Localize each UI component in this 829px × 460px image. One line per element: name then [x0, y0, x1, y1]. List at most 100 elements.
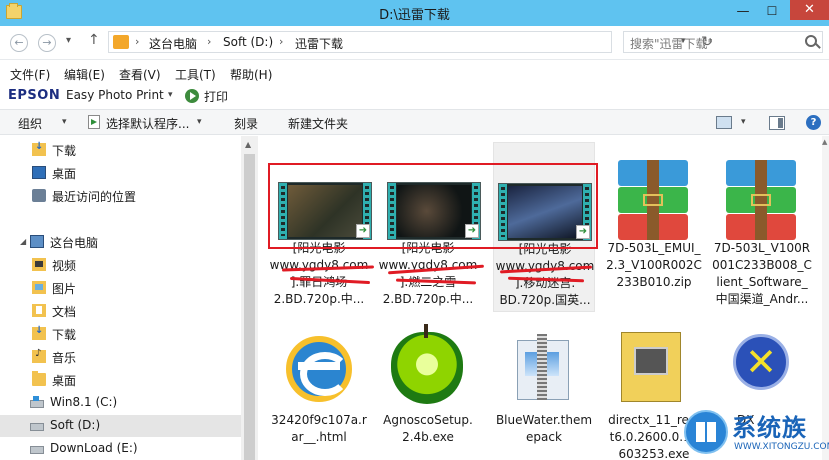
menu-help[interactable]: 帮助(H) [230, 66, 272, 83]
file-label: 2.4b.exe [402, 430, 454, 444]
scroll-up-arrow-icon[interactable]: ▲ [822, 138, 827, 146]
recent-locations-button[interactable]: ▾ [66, 35, 71, 46]
burn-button[interactable]: 刻录 [234, 115, 258, 132]
tree-item-label: DownLoad (E:) [50, 441, 138, 455]
tree-item-downloads-pc[interactable]: 下载 [0, 323, 241, 345]
tree-item-label: 音乐 [52, 351, 77, 365]
folder-icon [113, 35, 129, 49]
tree-item-desktop-pc[interactable]: 桌面 [0, 369, 241, 391]
menu-file[interactable]: 文件(F) [10, 66, 50, 83]
tree-item-recent-places[interactable]: 最近访问的位置 [0, 185, 241, 207]
menu-view[interactable]: 查看(V) [119, 66, 161, 83]
file-item[interactable]: 7D-503L_V100R 001C233B008_C lient_Softwa… [711, 142, 813, 306]
desktop-folder-icon [32, 371, 46, 386]
menu-edit[interactable]: 编辑(E) [64, 66, 105, 83]
up-button[interactable]: ↑ [88, 32, 100, 48]
tree-item-this-pc[interactable]: ◢ 这台电脑 [0, 231, 241, 253]
open-with-button[interactable]: 选择默认程序... [106, 115, 189, 132]
file-item[interactable]: BlueWater.them epack [493, 312, 595, 460]
tree-item-drive-c[interactable]: Win8.1 (C:) [0, 392, 241, 414]
change-view-icon[interactable] [716, 116, 732, 129]
winrar-archive-icon [726, 160, 796, 242]
preview-pane-icon[interactable] [769, 116, 785, 130]
print-button[interactable]: 打印 [204, 88, 228, 105]
open-with-icon [88, 115, 100, 129]
minimize-button[interactable]: — [734, 4, 752, 20]
chevron-down-icon[interactable]: ▾ [168, 90, 173, 100]
help-icon[interactable]: ? [806, 115, 821, 130]
close-button[interactable]: ✕ [790, 0, 829, 20]
tree-item-drive-d[interactable]: Soft (D:) [0, 415, 241, 437]
chevron-down-icon[interactable]: ▾ [741, 117, 746, 127]
file-label: 32420f9c107a.r [271, 413, 367, 427]
scroll-thumb[interactable] [244, 154, 255, 460]
nav-pane-scrollbar[interactable]: ▲ [241, 136, 258, 460]
documents-folder-icon [32, 304, 46, 317]
title-bar: D:\迅雷下载 — ☐ ✕ [0, 0, 829, 26]
tree-item-label: 视频 [52, 259, 77, 273]
address-bar[interactable]: › 这台电脑 › Soft (D:) › 迅雷下载 ▾ ↻ [108, 31, 713, 53]
pictures-folder-icon [32, 281, 46, 294]
organize-button[interactable]: 组织 [18, 115, 42, 132]
chevron-down-icon[interactable]: ▾ [62, 117, 67, 127]
back-button[interactable]: ← [10, 34, 28, 52]
epson-logo: EPSON [8, 88, 61, 103]
search-input[interactable]: 搜索"迅雷下载" [623, 31, 823, 53]
tree-item-pictures[interactable]: 图片 [0, 277, 241, 299]
file-item[interactable]: 7D-503L_EMUI_ 2.3_V100R002C 233B010.zip [603, 142, 705, 302]
tree-item-downloads[interactable]: 下载 [0, 139, 241, 161]
command-bar: 组织 ▾ 选择默认程序... ▾ 刻录 新建文件夹 ▾ ? [0, 109, 829, 135]
address-separator[interactable]: › [135, 35, 139, 48]
tree-item-label: 这台电脑 [50, 236, 99, 250]
address-this-pc[interactable]: 这台电脑 [149, 35, 197, 52]
tree-item-music[interactable]: 音乐 [0, 346, 241, 368]
download-folder-icon [32, 325, 46, 340]
maximize-button[interactable]: ☐ [763, 4, 781, 20]
tree-item-documents[interactable]: 文档 [0, 300, 241, 322]
file-label: BlueWater.them [495, 413, 593, 427]
file-label: 中国渠道_Andr... [715, 292, 809, 306]
watermark-text: 系统族 [732, 414, 807, 442]
tree-item-label: 桌面 [52, 374, 77, 388]
easy-photo-print-button[interactable]: Easy Photo Print [66, 88, 164, 102]
tree-item-videos[interactable]: 视频 [0, 254, 241, 276]
navigation-bar: ← → ▾ ↑ › 这台电脑 › Soft (D:) › 迅雷下载 ▾ ↻ 搜索… [0, 26, 829, 60]
file-label: epack [526, 430, 562, 444]
expand-arrow-icon[interactable]: ◢ [20, 237, 26, 246]
file-label: 7D-503L_V100R [713, 241, 811, 255]
tree-item-label: Soft (D:) [50, 418, 101, 432]
menu-tools[interactable]: 工具(T) [175, 66, 216, 83]
file-label: 2.BD.720p.中... [382, 292, 474, 306]
scroll-up-arrow-icon[interactable]: ▲ [245, 140, 251, 149]
forward-button[interactable]: → [38, 34, 56, 52]
tree-item-label: 下载 [52, 328, 77, 342]
address-soft-d[interactable]: Soft (D:) [223, 35, 273, 49]
navigation-pane: 下载 桌面 最近访问的位置 ◢ 这台电脑 视频 图片 文档 下载 音乐 桌面 W… [0, 136, 258, 460]
download-folder-icon [32, 141, 46, 156]
file-item[interactable]: 32420f9c107a.r ar__.html [268, 312, 370, 460]
drive-icon [30, 446, 44, 454]
file-label: 001C233B008_C [712, 258, 812, 272]
tree-item-drive-e[interactable]: DownLoad (E:) [0, 438, 241, 460]
file-label: 233B010.zip [616, 275, 692, 289]
print-icon[interactable] [185, 89, 199, 103]
search-icon[interactable] [805, 35, 817, 47]
chevron-down-icon[interactable]: ▾ [197, 117, 202, 127]
desktop-icon [32, 166, 46, 179]
tree-item-desktop[interactable]: 桌面 [0, 162, 241, 184]
menu-bar: 文件(F) 编辑(E) 查看(V) 工具(T) 帮助(H) [0, 63, 829, 83]
address-xunlei-download[interactable]: 迅雷下载 [295, 35, 343, 52]
apple-setup-icon [391, 324, 463, 404]
file-label: AgnoscoSetup. [383, 413, 473, 427]
new-folder-button[interactable]: 新建文件夹 [288, 115, 348, 132]
address-separator[interactable]: › [207, 35, 211, 48]
file-label: BD.720p.国英... [499, 293, 591, 307]
tree-item-label: 最近访问的位置 [52, 190, 137, 204]
windows-drive-icon [30, 396, 44, 408]
tree-item-label: 图片 [52, 282, 77, 296]
directx-icon: ✕ [733, 334, 789, 390]
address-separator[interactable]: › [279, 35, 283, 48]
drive-icon [30, 423, 44, 431]
tree-item-label: Win8.1 (C:) [50, 395, 118, 409]
file-item[interactable]: AgnoscoSetup. 2.4b.exe [377, 312, 479, 460]
